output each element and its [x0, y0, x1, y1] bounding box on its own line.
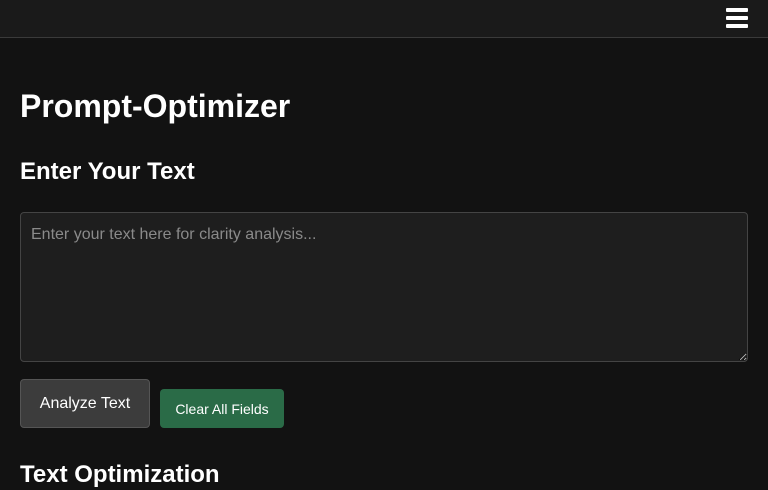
menu-icon-bar	[726, 8, 748, 12]
page-title: Prompt-Optimizer	[20, 88, 291, 124]
clear-all-fields-button[interactable]: Clear All Fields	[160, 389, 284, 428]
input-section-heading: Enter Your Text	[20, 158, 195, 185]
optimization-section-heading: Text Optimization	[20, 461, 220, 488]
menu-icon-bar	[726, 16, 748, 20]
top-navigation-bar	[0, 0, 768, 38]
menu-icon-bar	[726, 24, 748, 28]
text-input-area[interactable]	[20, 212, 748, 362]
hamburger-menu-icon[interactable]	[726, 8, 748, 28]
analyze-text-button[interactable]: Analyze Text	[20, 379, 150, 428]
